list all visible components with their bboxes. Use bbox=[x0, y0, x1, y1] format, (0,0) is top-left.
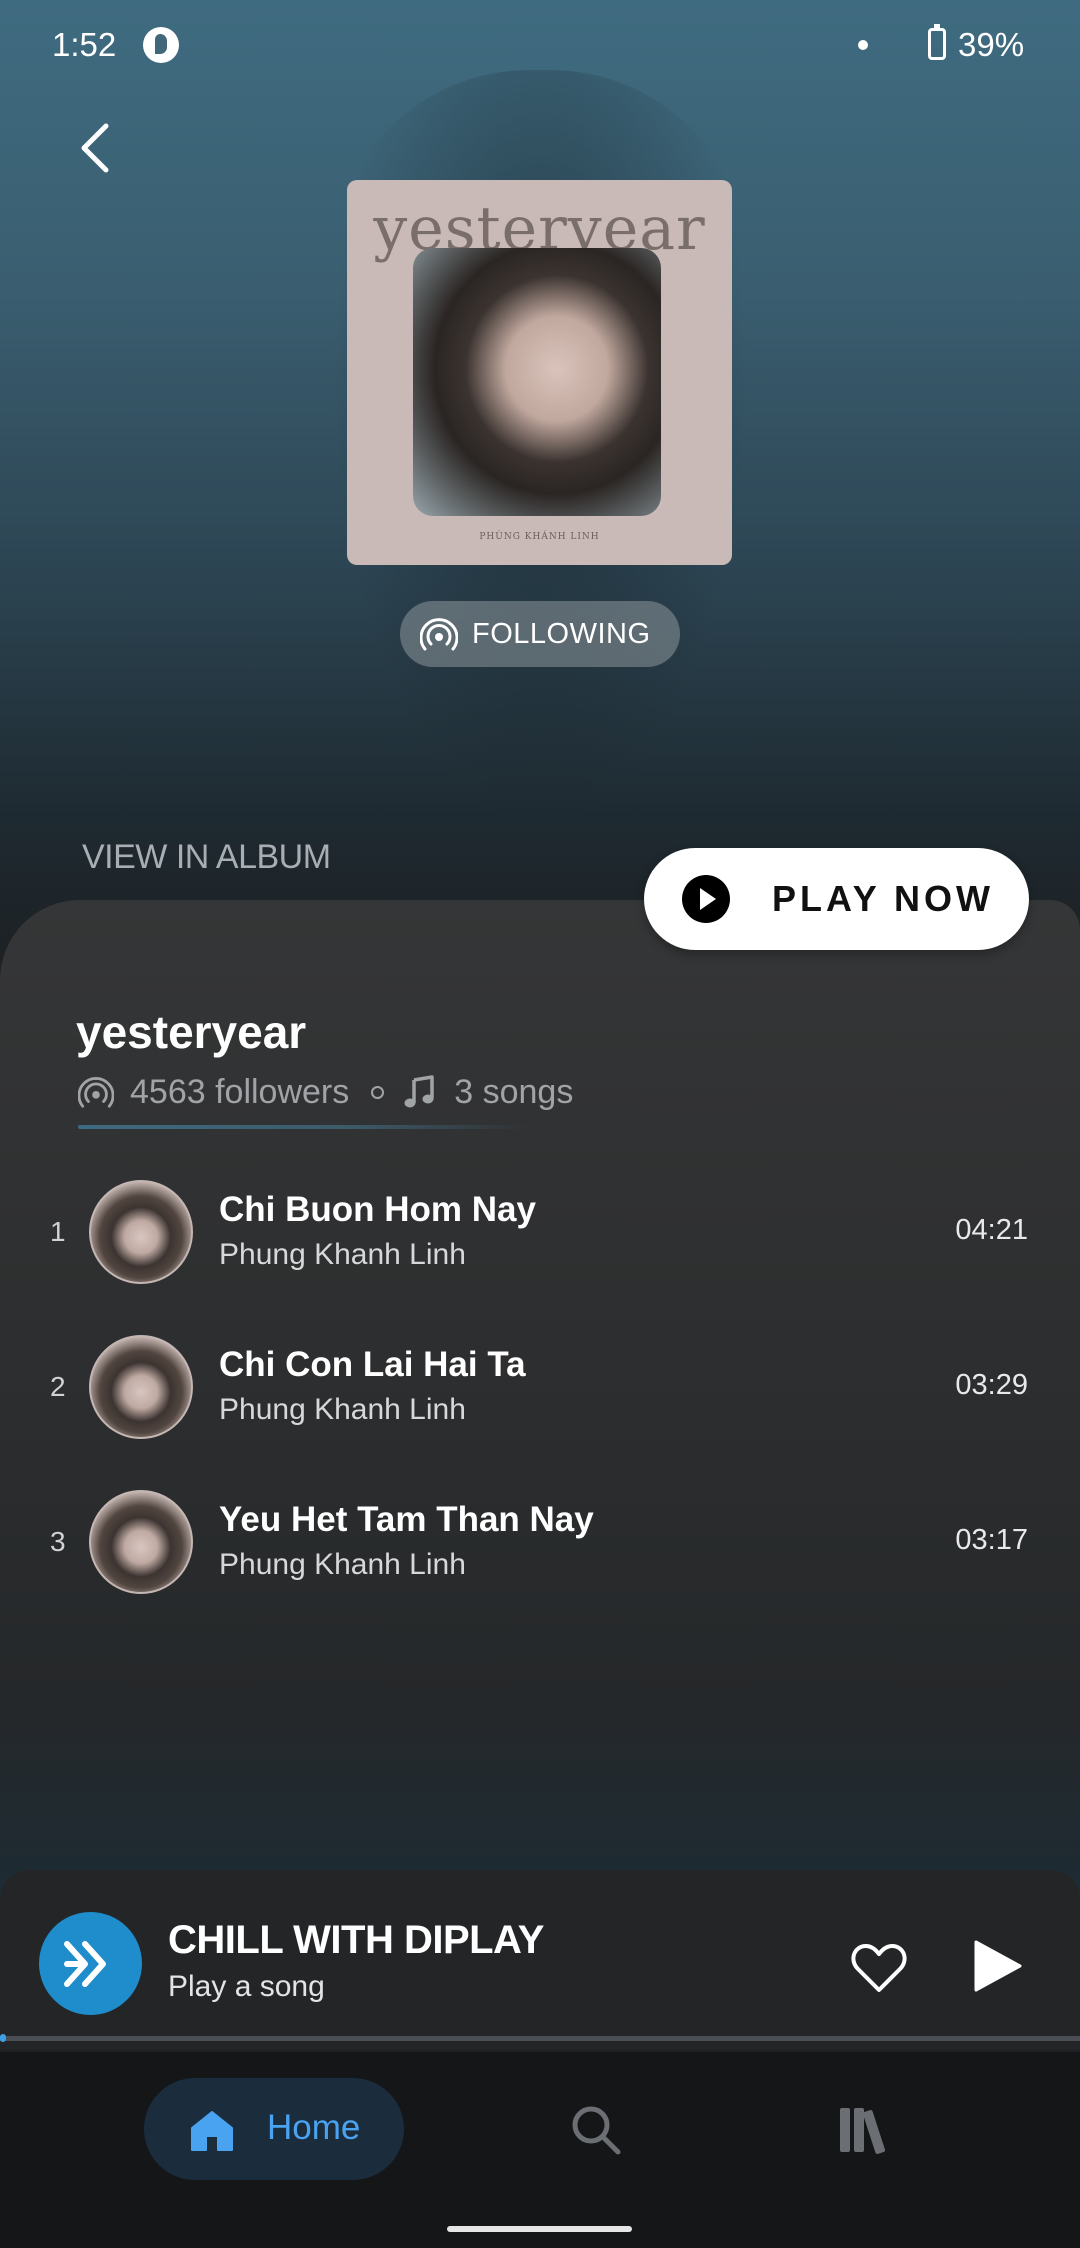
album-meta: 4563 followers 3 songs bbox=[78, 1070, 573, 1114]
view-in-album-link[interactable]: VIEW IN ALBUM bbox=[82, 838, 331, 877]
track-thumbnail bbox=[89, 1490, 193, 1594]
track-row[interactable]: 1 Chi Buon Hom Nay Phung Khanh Linh 04:2… bbox=[0, 1178, 1080, 1288]
track-artist: Phung Khanh Linh bbox=[219, 1548, 466, 1581]
bottom-navigation: Home bbox=[0, 2052, 1080, 2248]
nav-search-icon[interactable] bbox=[568, 2102, 624, 2158]
play-circle-icon bbox=[682, 875, 730, 923]
track-artist: Phung Khanh Linh bbox=[219, 1238, 466, 1271]
following-label: FOLLOWING bbox=[472, 617, 651, 650]
nav-home-label: Home bbox=[267, 2108, 361, 2147]
gesture-handle bbox=[447, 2226, 632, 2232]
heart-icon[interactable] bbox=[850, 1942, 908, 1994]
track-number: 1 bbox=[50, 1216, 66, 1247]
track-row[interactable]: 3 Yeu Het Tam Than Nay Phung Khanh Linh … bbox=[0, 1488, 1080, 1598]
battery-icon bbox=[928, 24, 946, 60]
battery-percentage: 39% bbox=[958, 26, 1025, 63]
play-now-button[interactable]: PLAY NOW bbox=[644, 848, 1029, 950]
status-time: 1:52 bbox=[52, 26, 117, 63]
mini-player-subtitle: Play a song bbox=[168, 1970, 325, 2003]
nav-home-tab[interactable]: Home bbox=[144, 2078, 404, 2180]
mini-player[interactable]: CHILL WITH DIPLAY Play a song bbox=[0, 1870, 1080, 2050]
playback-progress-fill bbox=[0, 2034, 6, 2042]
mini-player-title: CHILL WITH DIPLAY bbox=[168, 1918, 544, 1962]
track-title: Chi Buon Hom Nay bbox=[219, 1190, 536, 1229]
separator-dot bbox=[371, 1085, 385, 1099]
app-logo-icon bbox=[39, 1912, 142, 2015]
music-note-icon bbox=[404, 1075, 434, 1108]
play-now-label: PLAY NOW bbox=[772, 878, 995, 919]
track-thumbnail bbox=[89, 1180, 193, 1284]
album-cover: yesteryear PHÙNG KHÁNH LINH bbox=[347, 180, 732, 565]
broadcast-icon bbox=[420, 618, 458, 651]
songs-count: 3 songs bbox=[454, 1072, 574, 1111]
header-underline bbox=[78, 1125, 528, 1129]
album-title: yesteryear bbox=[76, 1006, 307, 1058]
notification-app-icon bbox=[143, 27, 179, 63]
track-duration: 04:21 bbox=[955, 1214, 1028, 1246]
track-number: 2 bbox=[50, 1371, 66, 1402]
track-artist: Phung Khanh Linh bbox=[219, 1393, 466, 1426]
followers-count: 4563 followers bbox=[130, 1072, 350, 1111]
following-button[interactable]: FOLLOWING bbox=[400, 601, 680, 667]
playback-progress-track[interactable] bbox=[0, 2036, 1080, 2041]
home-icon bbox=[191, 2111, 233, 2151]
nav-library-icon[interactable] bbox=[836, 2102, 892, 2158]
play-icon[interactable] bbox=[968, 1938, 1024, 1994]
track-row[interactable]: 2 Chi Con Lai Hai Ta Phung Khanh Linh 03… bbox=[0, 1333, 1080, 1443]
chevron-left-icon bbox=[81, 123, 109, 173]
notification-dot-icon bbox=[858, 40, 868, 50]
track-thumbnail bbox=[89, 1335, 193, 1439]
cover-artist-caption: PHÙNG KHÁNH LINH bbox=[479, 532, 600, 542]
track-duration: 03:17 bbox=[955, 1524, 1028, 1556]
cover-photo bbox=[413, 248, 661, 516]
status-bar: 1:52 39% bbox=[0, 0, 1080, 90]
track-number: 3 bbox=[50, 1526, 66, 1557]
track-duration: 03:29 bbox=[955, 1369, 1028, 1401]
followers-broadcast-icon bbox=[78, 1077, 114, 1108]
track-title: Chi Con Lai Hai Ta bbox=[219, 1345, 526, 1384]
back-button[interactable] bbox=[72, 118, 122, 178]
track-title: Yeu Het Tam Than Nay bbox=[219, 1500, 594, 1539]
